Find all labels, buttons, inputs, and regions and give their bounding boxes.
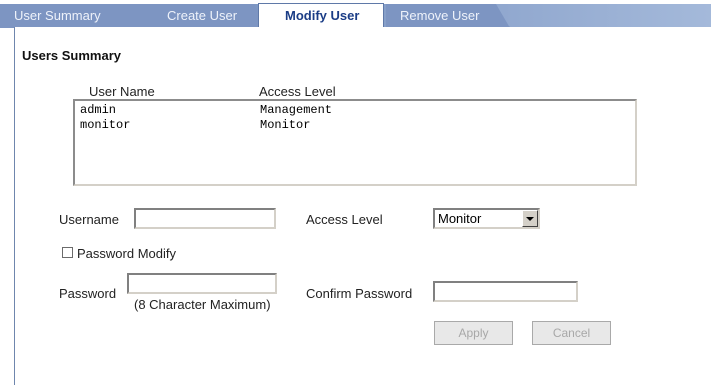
list-item-access-level: Management bbox=[260, 103, 333, 117]
column-header-access-level: Access Level bbox=[259, 84, 336, 99]
tab-bar: User Summary Create User Remove User Mod… bbox=[0, 0, 711, 28]
chevron-down-icon[interactable] bbox=[522, 210, 538, 227]
access-level-selected-value: Monitor bbox=[438, 211, 482, 226]
password-input[interactable] bbox=[127, 273, 277, 294]
username-input[interactable] bbox=[134, 208, 276, 229]
column-header-user-name: User Name bbox=[89, 84, 155, 99]
tab-create-user[interactable]: Create User bbox=[131, 4, 268, 28]
access-level-label: Access Level bbox=[306, 212, 383, 227]
list-item-user-name: monitor bbox=[80, 118, 131, 132]
tab-modify-user[interactable]: Modify User bbox=[258, 3, 384, 28]
confirm-password-input[interactable] bbox=[433, 281, 578, 302]
section-title: Users Summary bbox=[22, 48, 121, 63]
password-modify-label: Password Modify bbox=[77, 246, 176, 261]
list-item[interactable]: admin Management bbox=[80, 104, 630, 117]
password-modify-checkbox[interactable] bbox=[62, 247, 73, 258]
cancel-button[interactable]: Cancel bbox=[532, 321, 611, 345]
password-label: Password bbox=[59, 286, 117, 301]
tab-remove-user[interactable]: Remove User bbox=[386, 4, 510, 28]
apply-button[interactable]: Apply bbox=[434, 321, 513, 345]
access-level-select[interactable]: Monitor bbox=[433, 208, 540, 229]
modify-user-page: User Summary Create User Remove User Mod… bbox=[0, 0, 711, 385]
users-list[interactable]: admin Management monitor Monitor bbox=[73, 99, 637, 186]
list-item[interactable]: monitor Monitor bbox=[80, 119, 630, 132]
list-item-user-name: admin bbox=[80, 103, 117, 117]
list-item-access-level: Monitor bbox=[260, 118, 311, 132]
confirm-password-label: Confirm Password bbox=[306, 286, 413, 301]
password-hint: (8 Character Maximum) bbox=[134, 297, 271, 312]
username-label: Username bbox=[59, 212, 119, 227]
tab-user-summary[interactable]: User Summary bbox=[0, 4, 145, 28]
